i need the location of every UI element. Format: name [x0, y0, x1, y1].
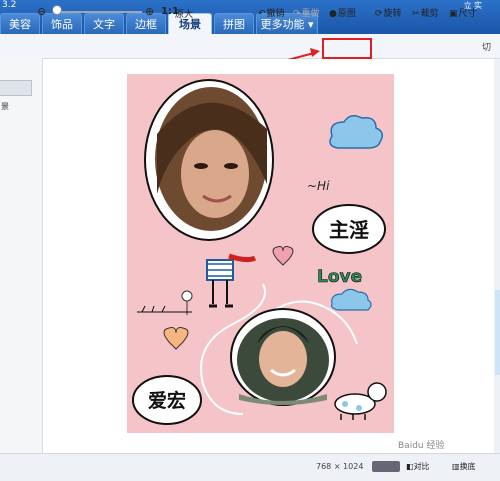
left-panel-button[interactable] — [0, 80, 32, 96]
left-panel — [0, 58, 43, 453]
love-text: Love — [317, 267, 362, 287]
speech-text-top: 主淫 — [329, 218, 369, 242]
compare-button[interactable]: ◧对比 — [406, 461, 430, 472]
image-dimensions: 768 × 1024 — [316, 462, 364, 471]
hi-text: ~Hi — [307, 179, 330, 193]
change-background-icon: ▥ — [452, 462, 460, 471]
change-background-button[interactable]: ▥换底 — [452, 461, 476, 472]
preview-icon[interactable] — [372, 461, 400, 472]
change-background-label: 换底 — [459, 462, 476, 471]
compare-icon: ◧ — [406, 462, 414, 471]
watermark: Baidu 经验 — [398, 441, 445, 451]
edited-photo[interactable]: ~Hi 主淫 Love 爱宏 — [127, 74, 394, 433]
speech-text-bottom: 爱宏 — [148, 389, 186, 412]
compare-label: 对比 — [413, 462, 430, 471]
right-scrollbar[interactable] — [494, 59, 500, 453]
right-pane-accent — [495, 290, 500, 375]
left-panel-label: 景 — [1, 102, 9, 111]
